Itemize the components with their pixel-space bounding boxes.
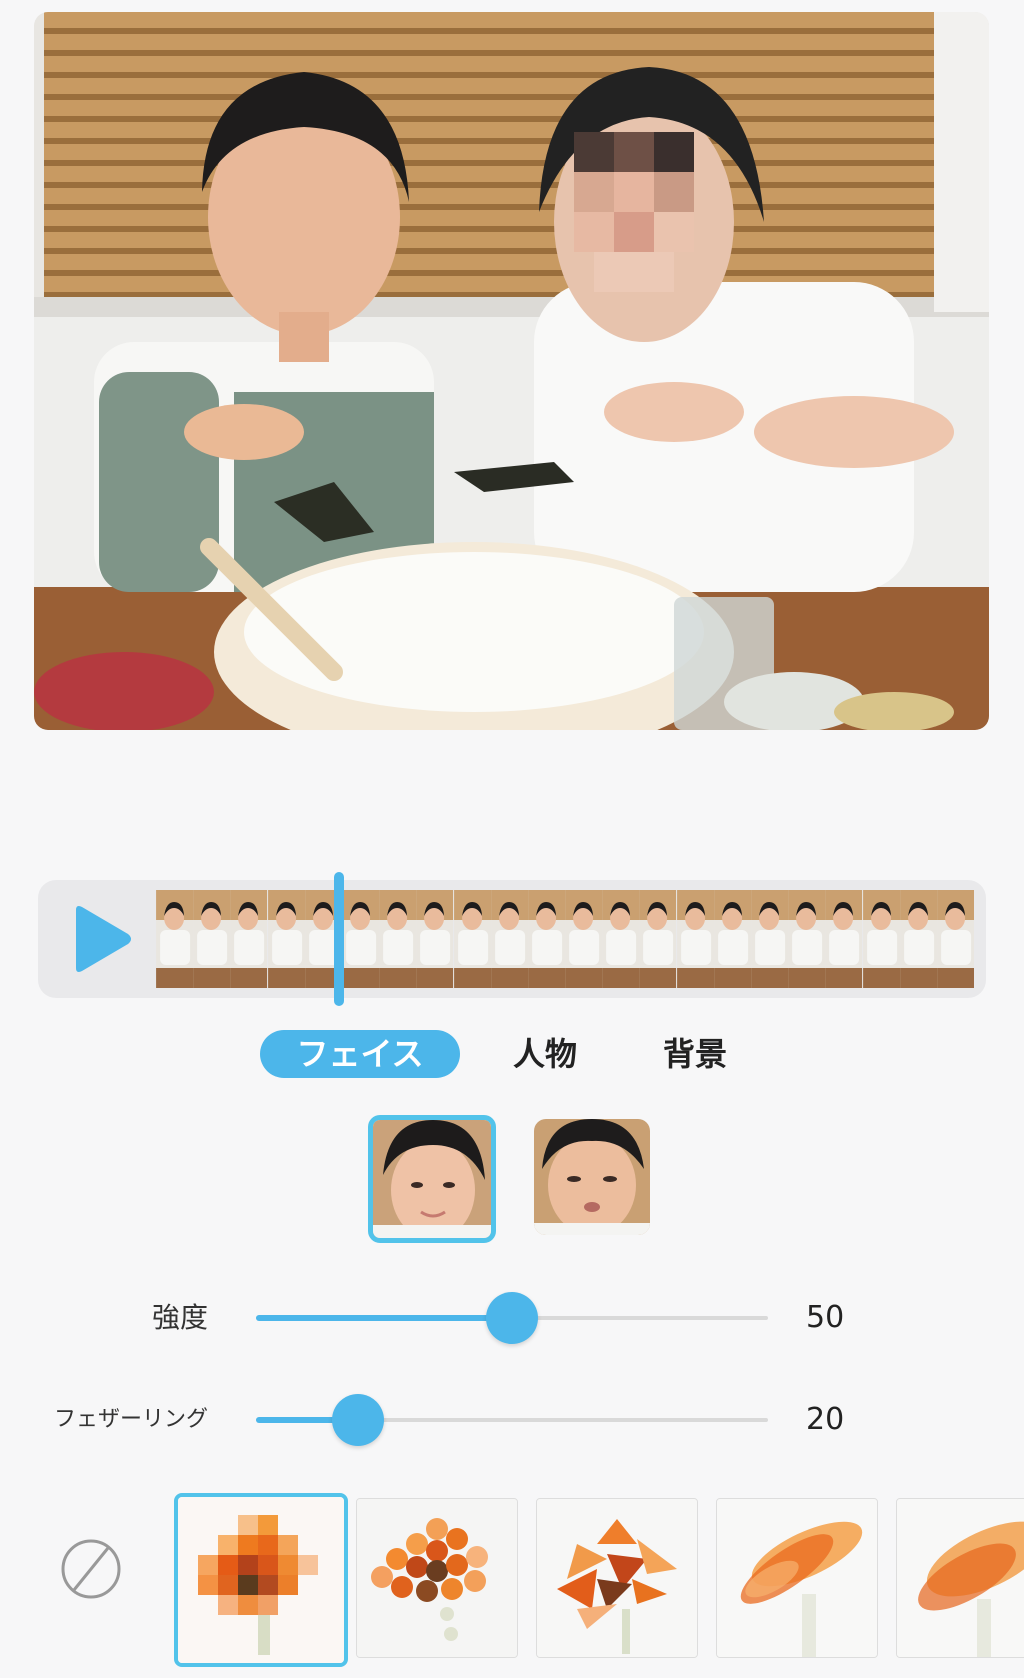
filmstrip-frame xyxy=(193,890,231,988)
filmstrip-frame xyxy=(713,890,751,988)
effect-mosaic-square[interactable] xyxy=(174,1493,348,1667)
effect-mosaic-triangle[interactable] xyxy=(536,1498,698,1658)
filmstrip-frame xyxy=(156,890,194,988)
tab-person[interactable]: 人物 xyxy=(495,1030,595,1078)
effect-blur-motion[interactable] xyxy=(716,1498,878,1658)
filmstrip-frame xyxy=(453,890,491,988)
face-thumbnail-girl[interactable] xyxy=(368,1115,496,1243)
no-effect-icon[interactable] xyxy=(60,1538,122,1600)
feathering-thumb[interactable] xyxy=(332,1394,384,1446)
feathering-track[interactable] xyxy=(256,1394,768,1446)
timeline-bar xyxy=(38,872,986,1006)
tab-background[interactable]: 背景 xyxy=(645,1030,745,1078)
filmstrip-frame xyxy=(267,890,305,988)
filmstrip-frame xyxy=(565,890,603,988)
video-preview xyxy=(34,12,989,730)
filmstrip-frame xyxy=(751,890,789,988)
feathering-label: フェザーリング xyxy=(53,1407,208,1432)
filmstrip-frame xyxy=(602,890,640,988)
effect-picker xyxy=(0,1490,1024,1668)
filmstrip[interactable] xyxy=(156,890,974,988)
filmstrip-frame xyxy=(862,890,900,988)
strength-track[interactable] xyxy=(256,1292,768,1344)
family-photo-preview xyxy=(34,12,989,730)
filmstrip-frame xyxy=(230,890,268,988)
mode-tabs: フェイス 人物 背景 xyxy=(0,1030,1024,1082)
filmstrip-frame xyxy=(788,890,826,988)
effect-blur-gaussian[interactable] xyxy=(896,1498,1024,1658)
strength-value: 50 xyxy=(806,1300,845,1335)
strength-thumb[interactable] xyxy=(486,1292,538,1344)
filmstrip-frame xyxy=(490,890,528,988)
feathering-value: 20 xyxy=(806,1402,845,1437)
filmstrip-frame xyxy=(416,890,454,988)
filmstrip-frame xyxy=(899,890,937,988)
filmstrip-frame xyxy=(825,890,863,988)
playhead[interactable] xyxy=(334,872,344,1006)
effect-mosaic-hexagon[interactable] xyxy=(356,1498,518,1658)
strength-label: 強度 xyxy=(151,1301,208,1334)
play-icon[interactable] xyxy=(66,904,136,974)
strength-slider-row: 強度 50 xyxy=(0,1288,1024,1348)
detected-faces xyxy=(0,1115,1024,1245)
tab-face[interactable]: フェイス xyxy=(260,1030,460,1078)
filmstrip-frame xyxy=(937,890,974,988)
strength-track-fill xyxy=(256,1315,512,1321)
filmstrip-frame xyxy=(527,890,565,988)
filmstrip-frame xyxy=(379,890,417,988)
filmstrip-frame xyxy=(342,890,380,988)
filmstrip-frame xyxy=(639,890,677,988)
face-thumbnail-boy[interactable] xyxy=(534,1119,650,1235)
filmstrip-frame xyxy=(676,890,714,988)
feathering-slider-row: フェザーリング 20 xyxy=(0,1390,1024,1450)
